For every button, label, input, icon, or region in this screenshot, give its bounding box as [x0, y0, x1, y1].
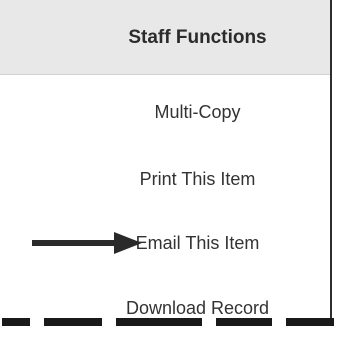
- arrow-right-icon: [32, 232, 142, 254]
- print-item-link[interactable]: Print This Item: [0, 169, 330, 190]
- staff-functions-panel: Staff Functions Multi-Copy Print This It…: [0, 0, 332, 318]
- panel-header: Staff Functions: [0, 0, 330, 75]
- multi-copy-link[interactable]: Multi-Copy: [0, 102, 330, 123]
- cropped-text-strip: [0, 318, 350, 340]
- download-record-link[interactable]: Download Record: [0, 298, 330, 319]
- panel-title: Staff Functions: [128, 27, 267, 48]
